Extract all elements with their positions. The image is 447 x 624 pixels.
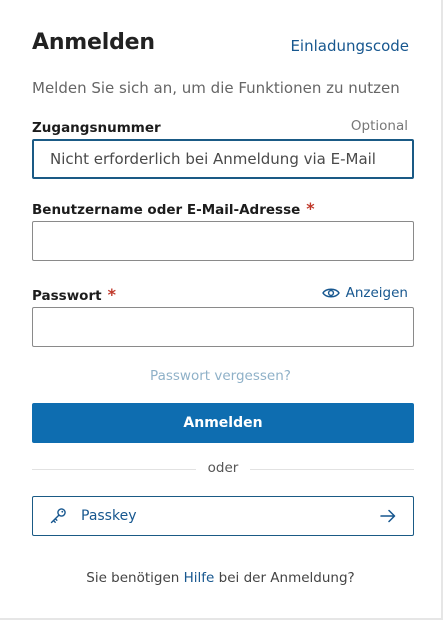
access-number-input[interactable]	[32, 139, 414, 179]
username-label-row: Benutzername oder E-Mail-Adresse *	[32, 199, 408, 219]
subtitle: Melden Sie sich an, um die Funktionen zu…	[32, 79, 400, 97]
forgot-password-link[interactable]: Passwort vergessen?	[0, 368, 441, 384]
eye-icon	[321, 288, 340, 298]
help-text: Sie benötigen Hilfe bei der Anmeldung?	[0, 570, 441, 586]
access-number-label-row: Zugangsnummer Optional	[32, 117, 408, 137]
arrow-right-icon	[380, 509, 396, 523]
show-password-label: Anzeigen	[345, 285, 408, 301]
show-password-toggle[interactable]: Anzeigen	[321, 285, 408, 301]
access-number-label: Zugangsnummer	[32, 120, 161, 136]
header: Anmelden Einladungscode	[32, 30, 409, 62]
required-mark: *	[107, 285, 116, 304]
required-mark: *	[306, 199, 315, 218]
username-input[interactable]	[32, 221, 414, 261]
password-input[interactable]	[32, 307, 414, 347]
help-suffix: bei der Anmeldung?	[218, 570, 355, 586]
password-label: Passwort	[32, 288, 102, 304]
login-card: Anmelden Einladungscode Melden Sie sich …	[0, 0, 443, 620]
invite-code-link[interactable]: Einladungscode	[290, 37, 409, 55]
help-link[interactable]: Hilfe	[184, 570, 215, 586]
passkey-button[interactable]: Passkey	[32, 496, 414, 536]
divider-line	[250, 469, 414, 470]
key-icon	[50, 508, 66, 524]
or-divider: oder	[32, 460, 414, 478]
login-button[interactable]: Anmelden	[32, 403, 414, 443]
username-label: Benutzername oder E-Mail-Adresse	[32, 202, 301, 218]
divider-text: oder	[207, 460, 239, 476]
help-prefix: Sie benötigen	[86, 570, 180, 586]
password-label-row: Passwort * Anzeigen	[32, 285, 408, 305]
page-title: Anmelden	[32, 30, 155, 55]
optional-label: Optional	[350, 118, 408, 134]
passkey-label: Passkey	[81, 508, 137, 524]
